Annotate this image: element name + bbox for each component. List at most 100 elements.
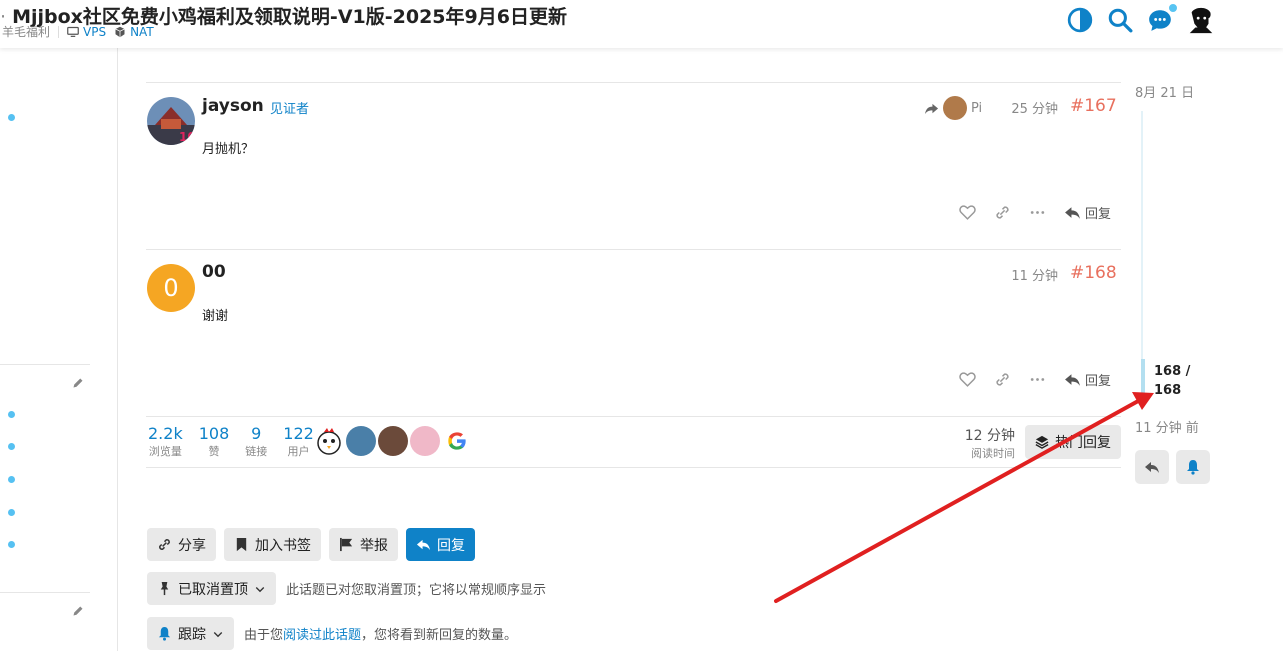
topic-timeline: 8月 21 日 168 / 168 11 分钟 前 bbox=[1128, 48, 1283, 651]
search-button[interactable] bbox=[1105, 5, 1135, 35]
reply-to-indicator[interactable]: Pi bbox=[924, 96, 982, 120]
views-stat[interactable]: 2.2k 浏览量 bbox=[148, 425, 183, 459]
reply-topic-button[interactable]: 回复 bbox=[406, 528, 475, 561]
tracking-dropdown[interactable]: 跟踪 bbox=[147, 617, 234, 650]
sidebar bbox=[0, 48, 118, 651]
users-stat[interactable]: 122 用户 bbox=[283, 425, 314, 459]
post-time[interactable]: 11 分钟 bbox=[996, 265, 1058, 284]
sidebar-unread-dot bbox=[8, 443, 15, 450]
likes-label: 赞 bbox=[208, 445, 220, 458]
chicken-avatar bbox=[317, 428, 341, 455]
more-actions-button[interactable] bbox=[1029, 371, 1046, 388]
theme-toggle-button[interactable] bbox=[1065, 5, 1095, 35]
copy-link-button[interactable] bbox=[994, 371, 1011, 388]
timeline-handle[interactable] bbox=[1141, 359, 1145, 395]
reply-button[interactable]: 回复 bbox=[1064, 370, 1111, 389]
like-button[interactable] bbox=[959, 371, 976, 388]
topic-header: · Mjjbox社区免费小鸡福利及领取说明-V1版-2025年9月6日更新 羊毛… bbox=[0, 0, 1283, 48]
user-title-badge: 见证者 bbox=[270, 102, 310, 117]
category-link[interactable]: 羊毛福利 bbox=[2, 23, 50, 40]
timeline-scrollbar[interactable] bbox=[1141, 111, 1143, 393]
flag-icon bbox=[340, 537, 353, 552]
post-number[interactable]: #167 bbox=[1070, 96, 1117, 116]
copy-link-button[interactable] bbox=[994, 204, 1011, 221]
ellipsis-icon bbox=[1030, 378, 1045, 381]
participant-avatar[interactable] bbox=[346, 426, 376, 456]
post-actions: 回复 bbox=[959, 203, 1111, 222]
topic-footer-buttons: 分享 加入书签 举报 回复 bbox=[147, 528, 475, 561]
read-time-value: 12 分钟 bbox=[964, 428, 1015, 444]
links-label: 链接 bbox=[245, 445, 268, 458]
likes-stat[interactable]: 108 赞 bbox=[199, 425, 230, 459]
post-username[interactable]: jayson bbox=[202, 96, 264, 116]
reply-arrow-icon bbox=[1145, 462, 1159, 473]
user-menu-button[interactable] bbox=[1185, 5, 1217, 35]
unpin-dropdown[interactable]: 已取消置顶 bbox=[147, 572, 276, 605]
participant-avatar[interactable] bbox=[410, 426, 440, 456]
tag-nat-label: NAT bbox=[130, 24, 154, 39]
timeline-end-date[interactable]: 11 分钟 前 bbox=[1135, 417, 1199, 436]
share-arrow-icon bbox=[924, 103, 939, 114]
bell-icon bbox=[1187, 460, 1199, 475]
read-time: 12 分钟 阅读时间 bbox=[963, 425, 1015, 461]
post-avatar[interactable]: 0 bbox=[147, 264, 195, 312]
users-label: 用户 bbox=[287, 445, 310, 458]
reply-button[interactable]: 回复 bbox=[1064, 203, 1111, 222]
more-actions-button[interactable] bbox=[1029, 204, 1046, 221]
post-username[interactable]: 00 bbox=[202, 262, 226, 282]
views-label: 浏览量 bbox=[148, 445, 182, 458]
post-body: 谢谢 bbox=[202, 309, 229, 324]
reply-to-avatar bbox=[943, 96, 967, 120]
bookmark-label: 加入书签 bbox=[255, 537, 311, 554]
chat-notification-dot bbox=[1167, 2, 1179, 14]
sidebar-unread-dot bbox=[8, 541, 15, 548]
tracking-label: 跟踪 bbox=[178, 626, 206, 643]
reply-arrow-icon bbox=[416, 539, 431, 551]
unpin-label: 已取消置顶 bbox=[178, 581, 248, 598]
chevron-down-icon bbox=[213, 631, 223, 637]
like-button[interactable] bbox=[959, 204, 976, 221]
header-icons bbox=[1065, 2, 1217, 35]
timeline-start-date[interactable]: 8月 21 日 bbox=[1135, 82, 1194, 101]
sidebar-divider bbox=[0, 592, 90, 593]
read-topic-link[interactable]: 阅读过此话题 bbox=[283, 628, 361, 643]
topic-map-divider bbox=[146, 467, 1121, 468]
participant-avatar[interactable] bbox=[314, 426, 344, 456]
share-button[interactable]: 分享 bbox=[147, 528, 216, 561]
reply-arrow-icon bbox=[1065, 374, 1080, 386]
post-body: 月抛机？ bbox=[202, 142, 255, 157]
search-icon bbox=[1108, 8, 1133, 33]
participant-avatar[interactable] bbox=[378, 426, 408, 456]
tag-nat[interactable]: NAT bbox=[114, 25, 154, 39]
flag-button[interactable]: 举报 bbox=[329, 528, 398, 561]
read-time-label: 阅读时间 bbox=[971, 447, 1015, 460]
edit-pencil-icon[interactable] bbox=[72, 605, 84, 617]
hot-replies-label: 热门回复 bbox=[1055, 435, 1111, 451]
sidebar-unread-dot bbox=[8, 411, 15, 418]
post-number[interactable]: #168 bbox=[1070, 263, 1117, 283]
views-count: 2.2k bbox=[148, 424, 183, 443]
bookmark-button[interactable]: 加入书签 bbox=[224, 528, 321, 561]
timeline-notification-button[interactable] bbox=[1176, 450, 1210, 484]
timeline-current: 168 / bbox=[1154, 364, 1191, 379]
sidebar-unread-dot bbox=[8, 509, 15, 516]
post-time[interactable]: 25 分钟 bbox=[996, 98, 1058, 117]
chevron-down-icon bbox=[255, 586, 265, 592]
post-divider bbox=[146, 82, 1121, 83]
chat-button[interactable] bbox=[1145, 2, 1179, 35]
pin-icon bbox=[160, 581, 169, 596]
post-avatar[interactable]: 100 bbox=[147, 97, 195, 145]
user-avatar bbox=[1186, 5, 1216, 35]
timeline-reply-button[interactable] bbox=[1135, 450, 1169, 484]
tag-vps[interactable]: VPS bbox=[67, 25, 106, 39]
tag-vps-label: VPS bbox=[83, 24, 107, 39]
links-stat[interactable]: 9 链接 bbox=[245, 425, 267, 459]
google-icon bbox=[448, 432, 466, 450]
links-count: 9 bbox=[251, 424, 262, 443]
participant-avatar[interactable] bbox=[442, 426, 472, 456]
participant-avatars bbox=[314, 426, 472, 456]
sidebar-unread-dot bbox=[8, 476, 15, 483]
hot-replies-button[interactable]: 热门回复 bbox=[1025, 425, 1121, 459]
theme-toggle-icon bbox=[1067, 7, 1093, 33]
edit-pencil-icon[interactable] bbox=[72, 377, 84, 389]
